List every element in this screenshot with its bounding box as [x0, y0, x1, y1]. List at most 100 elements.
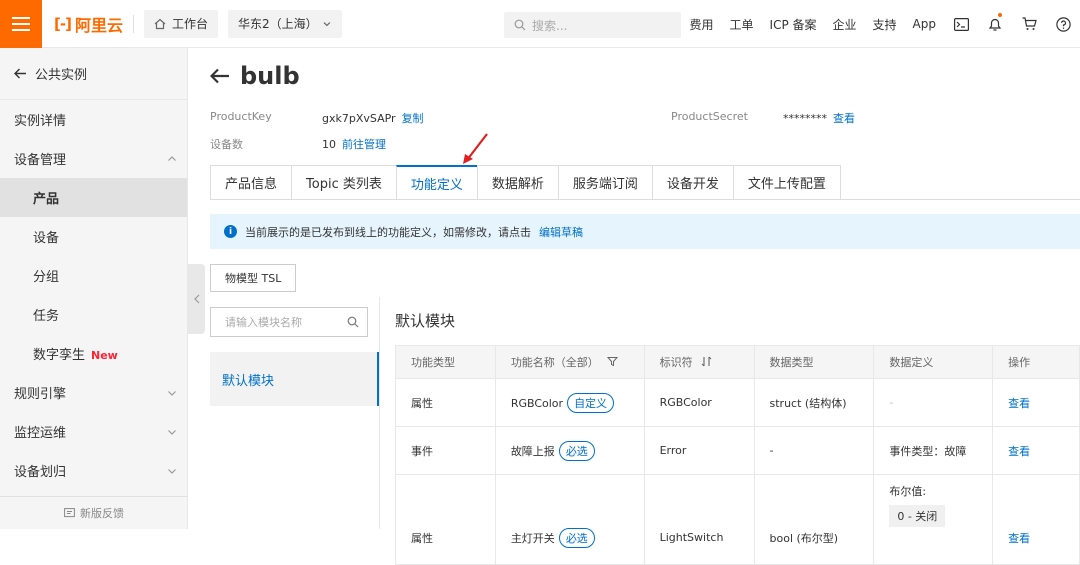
tsl-button[interactable]: 物模型 TSL	[210, 264, 296, 292]
sidebar-item-device-transfer[interactable]: 设备划归	[0, 451, 187, 490]
manage-link[interactable]: 前往管理	[342, 138, 386, 151]
notice-banner: i 当前展示的是已发布到线上的功能定义，如需修改，请点击 编辑草稿	[210, 214, 1080, 249]
product-key-value: gxk7pXvSAPr	[322, 112, 396, 125]
cell-datatype: struct (结构体)	[754, 379, 874, 427]
help-icon[interactable]	[1046, 0, 1080, 48]
search-icon	[347, 316, 359, 328]
module-title: 默认模块	[395, 310, 455, 331]
col-header-action: 操作	[993, 346, 1080, 379]
nav-ticket[interactable]: 工单	[722, 16, 762, 33]
col-header-datatype: 数据类型	[754, 346, 874, 379]
device-count-row: 10 前往管理	[322, 136, 386, 152]
new-badge: New	[91, 349, 118, 362]
product-key-row: gxk7pXvSAPr 复制	[322, 110, 424, 126]
sidebar-item-label: 任务	[33, 305, 59, 324]
workbench-button[interactable]: 工作台	[144, 10, 218, 38]
table-row: 属性 RGBColor自定义 RGBColor struct (结构体) - 查…	[396, 379, 1080, 427]
nav-billing[interactable]: 费用	[682, 16, 722, 33]
edit-draft-link[interactable]: 编辑草稿	[539, 224, 583, 240]
module-item-default[interactable]: 默认模块	[210, 352, 379, 406]
tab-topic-list[interactable]: Topic 类列表	[291, 165, 397, 200]
search-icon	[514, 19, 526, 31]
back-to-instance[interactable]: 公共实例	[0, 48, 187, 100]
table-row: 属性 主灯开关必选 LightSwitch bool (布尔型) 布尔值: 0 …	[396, 475, 1080, 565]
col-header-name[interactable]: 功能名称（全部）	[495, 346, 644, 379]
chevron-down-icon	[167, 466, 177, 476]
function-table: 功能类型 功能名称（全部） 标识符 数据类型 数据定义 操作 属性 RGBCol…	[395, 345, 1080, 565]
col-header-type: 功能类型	[396, 346, 496, 379]
sidebar-item-label: 产品	[33, 188, 59, 207]
tab-function-definition[interactable]: 功能定义	[396, 165, 478, 200]
filter-icon[interactable]	[607, 356, 618, 367]
sidebar-item-label: 数字孪生	[33, 348, 85, 363]
nav-enterprise[interactable]: 企业	[825, 16, 865, 33]
tab-underline	[210, 199, 1080, 200]
back-arrow-icon[interactable]	[210, 68, 230, 84]
table-row: 事件 故障上报必选 Error - 事件类型：故障 查看	[396, 427, 1080, 475]
bool-value-box: 0 - 关闭	[889, 505, 945, 527]
workbench-label: 工作台	[172, 15, 208, 32]
feedback-label: 新版反馈	[80, 505, 124, 521]
nav-icp[interactable]: ICP 备案	[762, 16, 825, 33]
sidebar-item-product[interactable]: 产品	[0, 178, 187, 217]
feedback-button[interactable]: 新版反馈	[0, 496, 188, 529]
view-secret-link[interactable]: 查看	[833, 112, 855, 125]
tab-product-info[interactable]: 产品信息	[210, 165, 292, 200]
device-count-value: 10	[322, 138, 336, 151]
annotation-arrow-icon	[460, 132, 490, 166]
sidebar-item-task[interactable]: 任务	[0, 295, 187, 334]
sort-icon[interactable]	[701, 356, 712, 367]
tabs: 产品信息 Topic 类列表 功能定义 数据解析 服务端订阅 设备开发 文件上传…	[210, 165, 840, 200]
tab-device-development[interactable]: 设备开发	[652, 165, 734, 200]
product-secret-value: ********	[783, 112, 827, 125]
nav-support[interactable]: 支持	[865, 16, 905, 33]
top-nav: 费用 工单 ICP 备案 企业 支持 App	[682, 0, 1080, 48]
bell-icon[interactable]	[978, 0, 1012, 48]
cell-name: 主灯开关必选	[495, 475, 644, 565]
chevron-down-icon	[167, 388, 177, 398]
cell-datatype: bool (布尔型)	[754, 475, 874, 565]
aliyun-logo[interactable]: [-] 阿里云	[54, 12, 123, 36]
main-content: bulb ProductKey gxk7pXvSAPr复制 设备数 10前往管理…	[188, 48, 1080, 529]
product-key-label: ProductKey	[210, 110, 272, 123]
tab-file-upload-config[interactable]: 文件上传配置	[733, 165, 841, 200]
function-name: 故障上报	[511, 445, 555, 458]
view-link[interactable]: 查看	[993, 475, 1080, 565]
cell-identifier: RGBColor	[644, 379, 754, 427]
required-tag: 必选	[559, 441, 595, 461]
product-secret-label: ProductSecret	[671, 110, 748, 123]
region-select[interactable]: 华东2（上海）	[228, 10, 342, 38]
copy-link[interactable]: 复制	[402, 112, 424, 125]
bool-label: 布尔值:	[889, 483, 992, 499]
view-link[interactable]: 查看	[993, 379, 1080, 427]
nav-app[interactable]: App	[905, 17, 944, 31]
sidebar-item-instance-detail[interactable]: 实例详情	[0, 100, 187, 139]
cart-icon[interactable]	[1012, 0, 1046, 48]
menu-icon[interactable]	[0, 0, 42, 48]
sidebar-item-monitoring[interactable]: 监控运维	[0, 412, 187, 451]
table-header-row: 功能类型 功能名称（全部） 标识符 数据类型 数据定义 操作	[396, 346, 1080, 379]
col-header-identifier[interactable]: 标识符	[644, 346, 754, 379]
sidebar-item-device-management[interactable]: 设备管理	[0, 139, 187, 178]
region-label: 华东2（上海）	[238, 15, 316, 32]
search-input[interactable]: 搜索...	[504, 12, 681, 38]
sidebar-item-group[interactable]: 分组	[0, 256, 187, 295]
divider	[379, 297, 380, 529]
module-search-input[interactable]: 请输入模块名称	[210, 307, 368, 337]
sidebar-item-label: 设备	[33, 227, 59, 246]
back-label: 公共实例	[35, 64, 87, 83]
cell-definition: 布尔值: 0 - 关闭	[874, 475, 993, 565]
function-name: RGBColor	[511, 397, 563, 410]
tab-data-parsing[interactable]: 数据解析	[477, 165, 559, 200]
device-count-label: 设备数	[210, 136, 243, 152]
cell-definition: 事件类型：故障	[874, 427, 993, 475]
sidebar-item-rule-engine[interactable]: 规则引擎	[0, 373, 187, 412]
sidebar-item-digital-twin[interactable]: 数字孪生 New	[0, 334, 187, 373]
sidebar-item-device[interactable]: 设备	[0, 217, 187, 256]
terminal-icon[interactable]	[944, 0, 978, 48]
tab-server-subscription[interactable]: 服务端订阅	[558, 165, 653, 200]
sidebar-item-label: 设备划归	[14, 461, 66, 480]
view-link[interactable]: 查看	[993, 427, 1080, 475]
search-placeholder: 搜索...	[532, 17, 567, 34]
product-secret-row: ******** 查看	[783, 110, 855, 126]
